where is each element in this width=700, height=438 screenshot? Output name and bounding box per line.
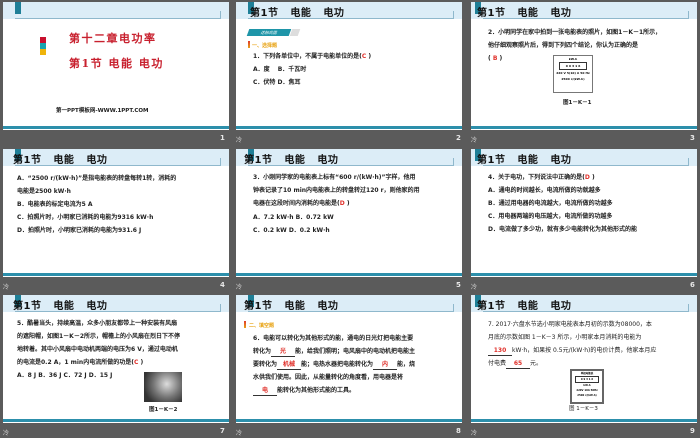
- question-line: 电能转化为其他形式能的工具。: [253, 385, 355, 398]
- slide-number: 3: [690, 134, 695, 142]
- option-line: C．用电器两端的电压越大，电流所做的功越多: [488, 213, 613, 220]
- meter-figure: 单相电能表 0 9 3 1 6 kW·h 220V 10A 50Hz 2500 …: [570, 369, 604, 404]
- slide-title: 第1节 电能 电功: [477, 8, 572, 19]
- question-line: 130 kW·h，如果按 0.5元/(kW·h)的电价计费，他家本月应: [488, 345, 656, 358]
- option-line: 电能是2500 kW·h: [17, 188, 71, 195]
- slide-thumbnail-3[interactable]: 第1节 电能 电功 2．小明同学在家中拍到一张电能表的照片，如图1－K－1所示，…: [471, 2, 697, 130]
- slide-number: 8: [456, 427, 461, 435]
- question-line: 钟表记录了10 min内电能表上的转盘转过120 r，则他家的用: [253, 187, 420, 194]
- answer-line: ( B ): [488, 55, 503, 62]
- slide-number: 5: [456, 281, 461, 289]
- slide-number: 2: [456, 134, 461, 142]
- website-text: 第一PPT模板网-WWW.1PPT.COM: [56, 108, 149, 114]
- question-line: 5．酷暑当头，持续高温，众多小朋友都带上一种安装有风扇: [17, 320, 178, 327]
- question-line: 他仔细观察照片后，得到下列四个结论，你认为正确的是: [488, 42, 639, 49]
- answer-blank: 电: [253, 386, 277, 396]
- section-heading: 二、填空题: [249, 323, 275, 329]
- option-line: D．拍照片时，小明家已消耗的电能为931.6 J: [17, 227, 142, 234]
- question-line: 的遮阳帽，如图1－K－2所示，帽檐上的小风扇在烈日下不停: [17, 333, 181, 340]
- slide-number: 1: [220, 134, 225, 142]
- question-text: 1．下列各单位中，不属于电能单位的是(C ): [253, 53, 372, 60]
- option-line: A．8 J B．36 J C．72 J D．15 J: [17, 372, 113, 379]
- question-line: 6．电能可以转化为其他形式的能，通电的日光灯把电能主要: [253, 335, 414, 342]
- slide-thumbnail-7[interactable]: 第1节 电能 电功 5．酷暑当头，持续高温，众多小朋友都带上一种安装有风扇 的遮…: [3, 295, 229, 423]
- chapter-title: 第十二章电功率: [69, 32, 157, 45]
- slide-thumbnail-6[interactable]: 第1节 电能 电功 4．关于电功，下列说法中正确的是(D ) A．通电的时间越长…: [471, 149, 697, 277]
- section-title: 第1节 电能 电功: [69, 57, 164, 70]
- slide-thumbnail-5[interactable]: 第1节 电能 电功 3．小刚同学家的电能表上标有“600 r/(kW·h)”字样…: [236, 149, 462, 277]
- figure-caption: 图 1－K－3: [569, 406, 598, 412]
- option-line: A．“2500 r/(kW·h)”是指电能表的转盘每转1转，消耗的: [17, 175, 177, 182]
- header-divider: [15, 18, 221, 19]
- question-line: 月底的示数如图 1－K－3 所示，小明家本月消耗的电能为: [488, 334, 642, 341]
- tag-badge: 达标巩固: [246, 29, 292, 36]
- question-line: 水供我们使用。因此，从能量转化的角度看，用电器是将: [253, 374, 404, 381]
- option-line: C．伏特 D．焦耳: [253, 79, 301, 86]
- option-line: C．0.2 kW D．0.2 kW·h: [253, 227, 330, 234]
- question-line: 地转着。其中小风扇中电动机两端的电压为6 V，通过电动机: [17, 346, 178, 353]
- slide-title: 第1节 电能 电功: [13, 155, 108, 166]
- slide-title: 第1节 电能 电功: [13, 301, 108, 312]
- slide-number: 7: [220, 427, 225, 435]
- animation-icon: 冷: [236, 137, 243, 144]
- animation-icon: 冷: [471, 284, 478, 291]
- animation-icon: 冷: [471, 430, 478, 437]
- footer-bar: [3, 126, 229, 129]
- animation-icon: 冷: [236, 284, 243, 291]
- animation-icon: 冷: [3, 430, 10, 437]
- question-line: 4．关于电功，下列说法中正确的是(D ): [488, 174, 595, 181]
- question-line: 的电流是0.2 A，1 min内电流所做的功是(C ): [17, 359, 144, 366]
- animation-icon: 冷: [236, 430, 243, 437]
- option-line: D．电流做了多少功，就有多少电能转化为其他形式的能: [488, 226, 637, 233]
- question-line: 2．小明同学在家中拍到一张电能表的照片，如图1－K－1所示，: [488, 29, 662, 36]
- question-line: 7. 2017·六盘水节选小明家电能表本月初的示数为08000，本: [488, 321, 652, 328]
- header-accent-square: [15, 2, 21, 14]
- figure-caption: 图1－K－2: [149, 407, 178, 413]
- question-line: 电器在这段时间内消耗的电能是(D ): [253, 200, 350, 207]
- option-line: B．通过用电器的电流越大，电流所做的功越多: [488, 200, 613, 207]
- animation-icon: 冷: [471, 137, 478, 144]
- option-line: C．拍照片时，小明家已消耗的电能为9316 kW·h: [17, 214, 154, 221]
- answer-blank: 光: [271, 347, 296, 357]
- slide-title: 第1节 电能 电功: [250, 8, 345, 19]
- slide-thumbnail-1[interactable]: 第十二章电功率 第1节 电能 电功 第一PPT模板网-WWW.1PPT.COM: [3, 2, 229, 130]
- figure-caption: 图1－K－1: [563, 100, 592, 106]
- question-line: 要转化为 机械 能；电热水器把电能转化为内能，烧: [253, 360, 416, 370]
- answer-blank: 130: [488, 346, 512, 356]
- slide-number: 9: [690, 427, 695, 435]
- slide-number: 6: [690, 281, 695, 289]
- slide-title: 第1节 电能 电功: [477, 301, 572, 312]
- fan-hat-photo: [144, 372, 182, 402]
- question-line: 转化为光能，给我们照明；电风扇中的电动机把电能主: [253, 347, 416, 357]
- slide-thumbnail-8[interactable]: 第1节 电能 电功 二、填空题 6．电能可以转化为其他形式的能，通电的日光灯把电…: [236, 295, 462, 423]
- slide-thumbnail-9[interactable]: 第1节 电能 电功 7. 2017·六盘水节选小明家电能表本月初的示数为0800…: [471, 295, 697, 423]
- slide-title: 第1节 电能 电功: [244, 155, 339, 166]
- answer-blank: 机械: [277, 360, 302, 370]
- meter-figure: kW·h 0 9 3 1 6 220 V 5(10) A 50 Hz 2500 …: [553, 55, 593, 93]
- slide-thumbnail-4[interactable]: 第1节 电能 电功 A．“2500 r/(kW·h)”是指电能表的转盘每转1转，…: [3, 149, 229, 277]
- option-line: A．通电的时间越长，电流所做的功就越多: [488, 187, 601, 194]
- animation-icon: 冷: [3, 284, 10, 291]
- slide-title: 第1节 电能 电功: [244, 301, 339, 312]
- slide-header-band: [3, 2, 229, 19]
- option-line: A．7.2 kW·h B．0.72 kW: [253, 214, 334, 221]
- section-heading: 一、选择题: [252, 43, 278, 49]
- answer-blank: 内: [373, 360, 398, 370]
- option-line: A．度 B．千瓦时: [253, 66, 307, 73]
- option-line: B．电能表的标定电流为5 A: [17, 201, 93, 208]
- slide-title: 第1节 电能 电功: [477, 155, 572, 166]
- question-line: 3．小刚同学家的电能表上标有“600 r/(kW·h)”字样，他用: [253, 174, 416, 181]
- color-blocks-decoration: [40, 37, 46, 55]
- answer-blank: 65: [506, 359, 531, 369]
- slide-thumbnail-2[interactable]: 第1节 电能 电功 达标巩固 一、选择题 1．下列各单位中，不属于电能单位的是(…: [236, 2, 462, 130]
- question-line: 付电费 65 元。: [488, 359, 543, 369]
- slide-number: 4: [220, 281, 225, 289]
